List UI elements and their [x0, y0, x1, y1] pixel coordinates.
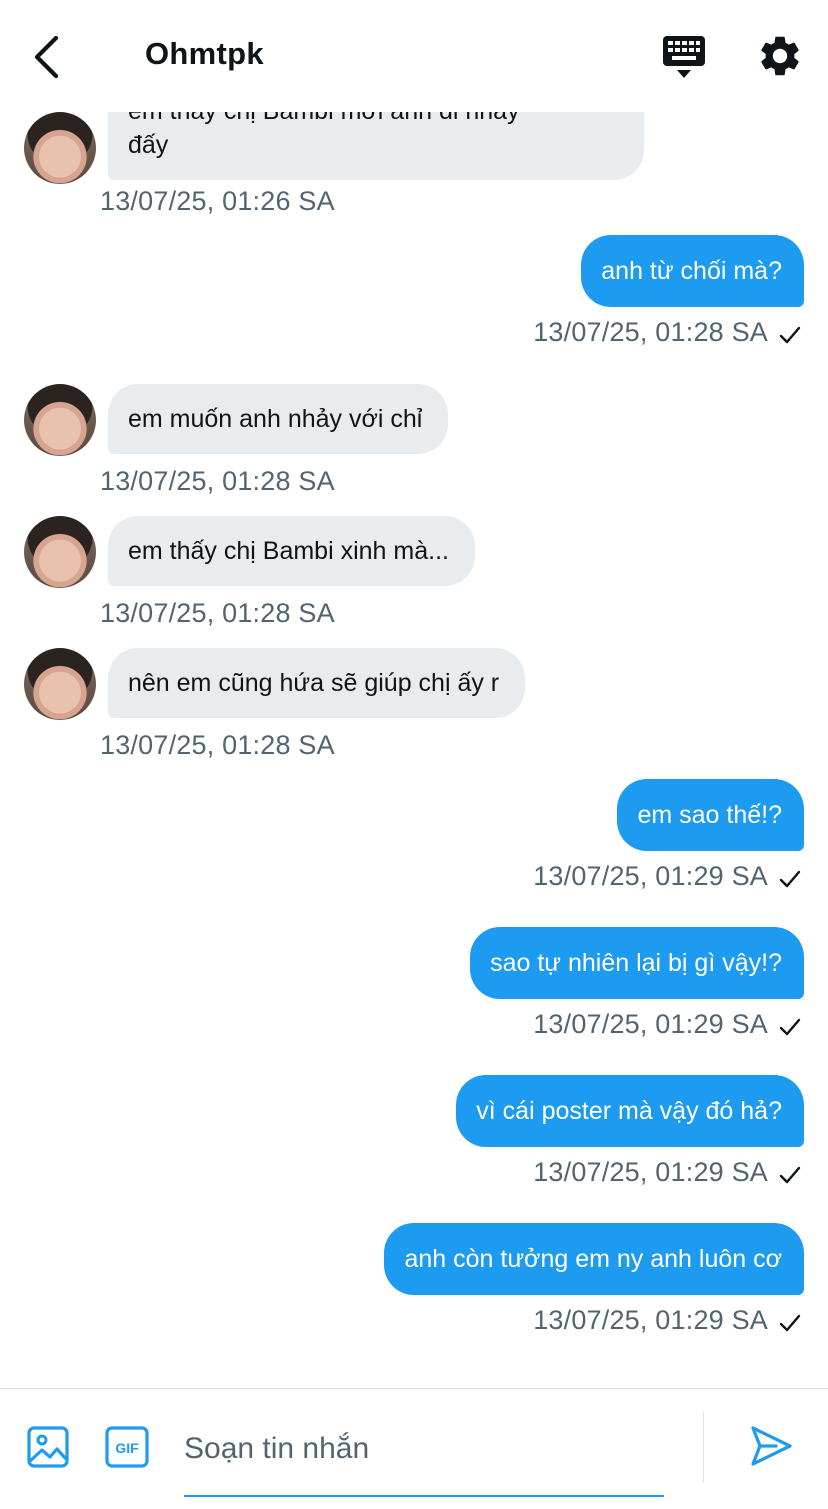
message-input[interactable]	[184, 1427, 664, 1471]
keyboard-icon	[663, 36, 705, 78]
message-timestamp: 13/07/25, 01:29 SA	[533, 1009, 768, 1039]
message-input-wrapper	[184, 1413, 664, 1497]
message-timestamp: 13/07/25, 01:28 SA	[533, 317, 768, 347]
send-button[interactable]	[748, 1423, 794, 1469]
avatar[interactable]	[24, 384, 96, 456]
avatar[interactable]	[24, 516, 96, 588]
message-bubble[interactable]: em thấy chị Bambi xinh mà...	[108, 516, 475, 586]
message-timestamp: 13/07/25, 01:28 SA	[100, 598, 335, 628]
read-check-icon	[779, 326, 801, 344]
avatar[interactable]	[24, 112, 96, 184]
message-timestamp: 13/07/25, 01:29 SA	[533, 1157, 768, 1187]
conversation-header: Ohmtpk	[0, 0, 828, 112]
message-bubble[interactable]: em sao thế!?	[617, 779, 804, 851]
image-icon	[27, 1426, 69, 1468]
message-bubble[interactable]: vì cái poster mà vậy đó hả?	[456, 1075, 804, 1147]
message-bubble[interactable]: anh từ chối mà?	[581, 235, 804, 307]
send-icon	[751, 1426, 792, 1466]
composer-divider	[703, 1411, 704, 1483]
message-timestamp: 13/07/25, 01:26 SA	[100, 186, 335, 216]
message-bubble[interactable]: em thấy chị Bambi mời anh đi nhảy đấy	[108, 112, 644, 180]
message-timestamp: 13/07/25, 01:28 SA	[100, 466, 335, 496]
page-title[interactable]: Ohmtpk	[145, 36, 264, 72]
message-timestamp: 13/07/25, 01:28 SA	[100, 730, 335, 760]
back-button[interactable]	[22, 30, 70, 84]
add-gif-button[interactable]: GIF	[104, 1425, 150, 1469]
gear-icon	[761, 36, 799, 76]
message-timestamp: 13/07/25, 01:29 SA	[533, 1305, 768, 1335]
keyboard-shortcuts-button[interactable]	[660, 34, 708, 80]
avatar[interactable]	[24, 648, 96, 720]
message-timestamp: 13/07/25, 01:29 SA	[533, 861, 768, 891]
read-check-icon	[779, 1166, 801, 1184]
message-bubble[interactable]: sao tự nhiên lại bị gì vậy!?	[470, 927, 804, 999]
settings-button[interactable]	[756, 32, 804, 80]
message-list[interactable]: em thấy chị Bambi mời anh đi nhảy đấy 13…	[0, 112, 828, 1388]
gif-icon: GIF	[105, 1426, 149, 1468]
message-bubble[interactable]: nên em cũng hứa sẽ giúp chị ấy r	[108, 648, 526, 718]
read-check-icon	[779, 1018, 801, 1036]
gif-label: GIF	[115, 1440, 139, 1456]
message-bubble[interactable]: em muốn anh nhảy với chỉ	[108, 384, 449, 454]
read-check-icon	[779, 1314, 801, 1332]
message-text-line: đấy	[128, 131, 169, 159]
read-check-icon	[779, 870, 801, 888]
back-arrow-icon	[34, 35, 59, 79]
add-image-button[interactable]	[26, 1425, 70, 1469]
message-text-line: em thấy chị Bambi mời anh đi nhảy	[128, 112, 618, 128]
message-bubble[interactable]: anh còn tưởng em ny anh luôn cơ	[384, 1223, 804, 1295]
message-composer: GIF	[0, 1388, 828, 1509]
